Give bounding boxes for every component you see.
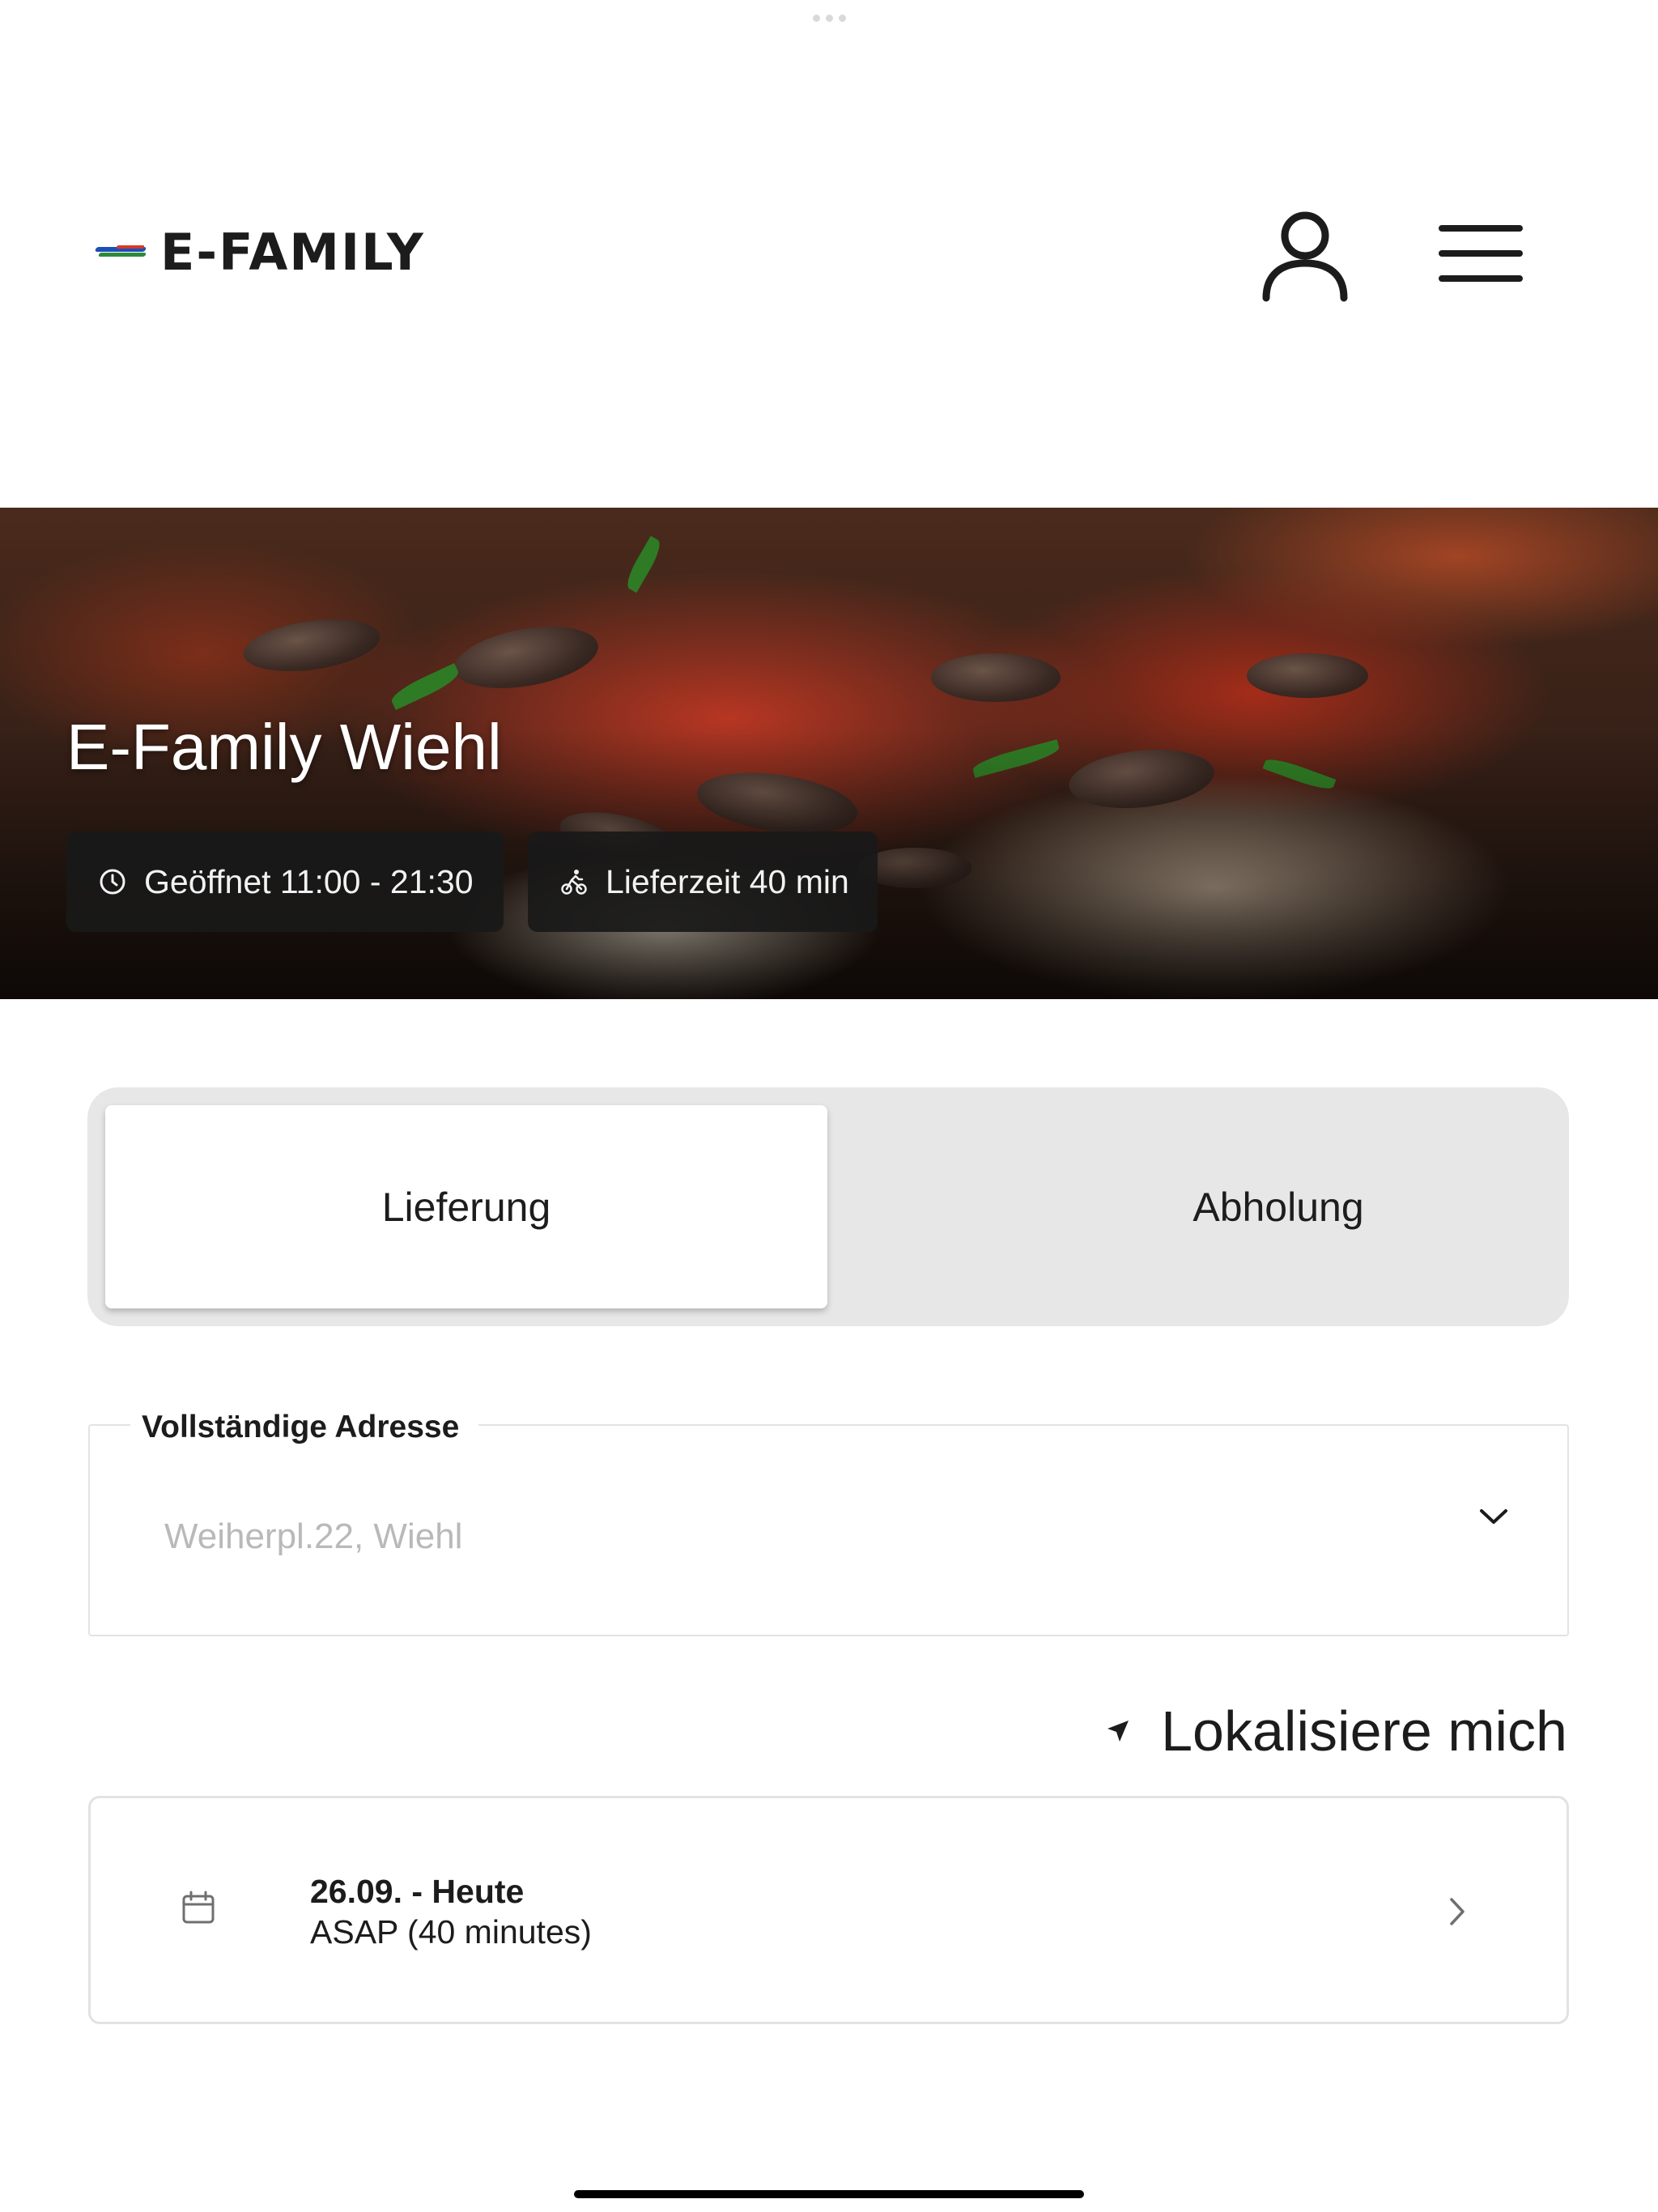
hero-banner: E-Family Wiehl Geöffnet 11:00 - 21:30 Li… [0, 508, 1658, 999]
account-button[interactable] [1259, 206, 1352, 304]
delivery-time-selector[interactable]: 26.09. - Heute ASAP (40 minutes) [88, 1796, 1569, 2024]
home-indicator[interactable] [574, 2190, 1084, 2198]
window-grabber[interactable] [813, 15, 846, 22]
clock-icon [100, 869, 125, 895]
tab-delivery[interactable]: Lieferung [105, 1105, 827, 1308]
calendar-icon [182, 1891, 215, 1924]
address-select[interactable]: Vollständige Adresse Weiherpl.22, Wiehl [88, 1410, 1569, 1636]
menu-button[interactable] [1437, 219, 1526, 291]
locate-me-label: Lokalisiere mich [1161, 1699, 1567, 1763]
restaurant-title: E-Family Wiehl [66, 711, 502, 783]
logo-mark-icon [94, 242, 149, 262]
tab-pickup[interactable]: Abholung [917, 1105, 1639, 1308]
chevron-down-icon [1480, 1509, 1507, 1524]
delivery-time-text: Lieferzeit 40 min [606, 862, 849, 900]
schedule-date: 26.09. - Heute [310, 1873, 525, 1910]
address-placeholder: Weiherpl.22, Wiehl [164, 1516, 463, 1556]
opening-hours-text: Geöffnet 11:00 - 21:30 [144, 862, 474, 900]
page: E-FAMILY E-Family Wiehl Geöffnet 11:00 -… [0, 0, 1658, 2212]
brand-logo[interactable]: E-FAMILY [94, 222, 425, 282]
chevron-right-icon [1450, 1898, 1465, 1925]
order-mode-toggle: Lieferung Abholung [87, 1087, 1569, 1326]
opening-hours-badge: Geöffnet 11:00 - 21:30 [66, 832, 504, 932]
delivery-time-badge: Lieferzeit 40 min [528, 832, 878, 932]
location-arrow-icon [1107, 1721, 1129, 1742]
user-icon [1262, 211, 1348, 302]
address-label: Vollständige Adresse [130, 1410, 479, 1445]
hamburger-menu-icon [1439, 225, 1523, 282]
logo-text: E-FAMILY [160, 222, 425, 282]
cyclist-icon [561, 870, 587, 895]
schedule-time: ASAP (40 minutes) [310, 1913, 592, 1950]
locate-me-button[interactable]: Lokalisiere mich [1106, 1699, 1567, 1763]
